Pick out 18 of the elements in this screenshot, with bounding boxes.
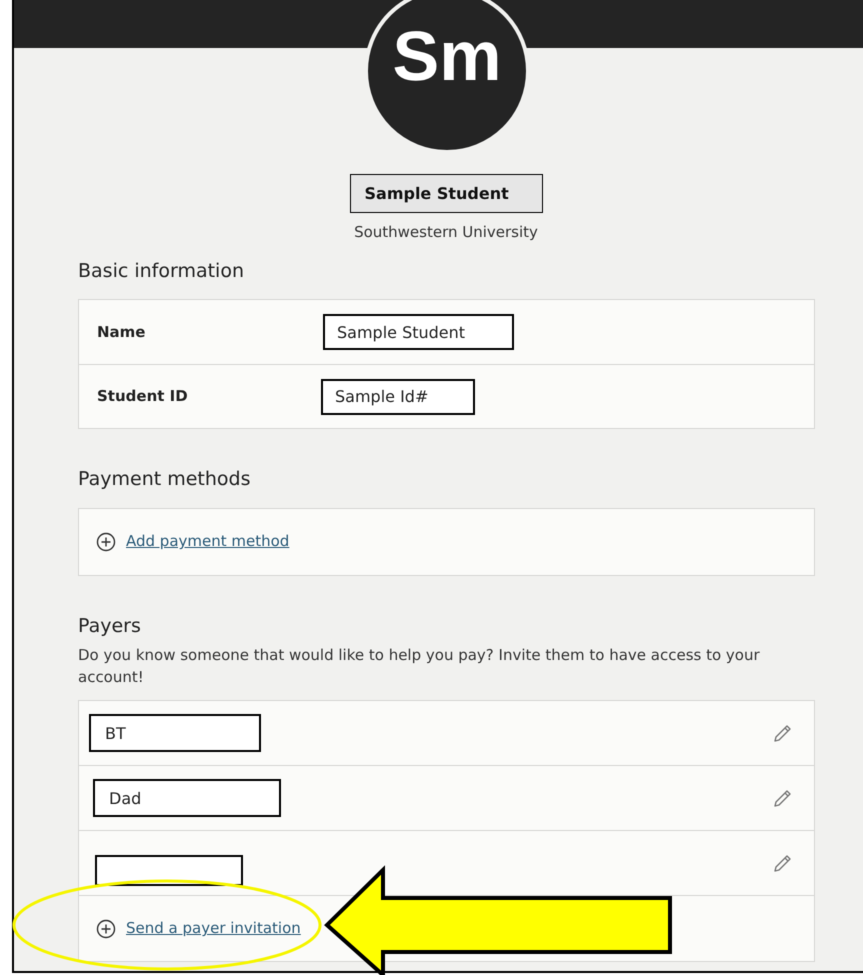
field-label: Name [97,322,146,343]
field-label: Student ID [97,386,189,408]
section-heading: Basic information [78,258,245,284]
section-heading: Payment methods [78,467,252,492]
text-field[interactable]: Sample Student [323,314,514,350]
add-icon [96,532,116,552]
payer-name-field[interactable]: BT [89,714,261,752]
payer-name-field[interactable]: Dad [93,779,281,817]
payers-description: Do you know someone that would like to help you pay? Invite them to have access to your account! [78,645,761,688]
send-invitation-link[interactable]: Send a payer invitation [126,917,301,940]
section-heading: Payers [78,614,142,638]
add-payment-link[interactable]: Add payment method [126,530,290,553]
avatar-initials: Sm [392,21,502,91]
add-icon [96,918,116,938]
display-name: Sample Student [350,174,542,213]
school-name: Southwestern University [354,222,538,243]
text-field[interactable]: Sample Id# [321,378,475,414]
payer-name-field[interactable] [95,854,243,886]
